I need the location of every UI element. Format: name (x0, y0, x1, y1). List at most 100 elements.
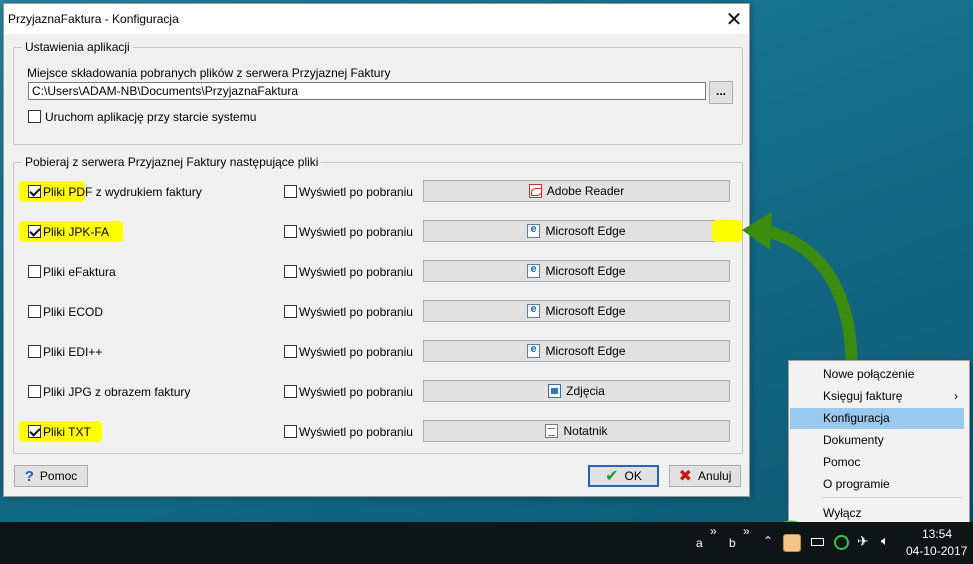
file-type-label: Pliki eFaktura (43, 265, 116, 279)
clock-date[interactable]: 04-10-2017 (906, 544, 967, 558)
show-after-download-checkbox[interactable] (284, 185, 297, 198)
open-with-app-label: Microsoft Edge (545, 344, 626, 358)
open-with-app-button[interactable]: Microsoft Edge (423, 220, 730, 242)
open-with-app-button[interactable]: Zdjęcia (423, 380, 730, 402)
open-with-app-button[interactable]: Microsoft Edge (423, 300, 730, 322)
show-after-download-checkbox[interactable] (284, 345, 297, 358)
browse-button[interactable]: ... (709, 81, 733, 104)
battery-icon[interactable] (811, 538, 824, 546)
autostart-checkbox[interactable] (28, 110, 41, 123)
open-with-app-label: Adobe Reader (546, 184, 625, 198)
menu-item[interactable]: Nowe połączenie (790, 364, 964, 385)
settings-group-legend: Ustawienia aplikacji (22, 40, 133, 54)
show-after-download-label: Wyświetl po pobraniu (299, 225, 413, 239)
open-with-app-button[interactable]: Adobe Reader (423, 180, 730, 202)
menu-item[interactable]: O programie (790, 474, 964, 495)
help-button[interactable]: ? Pomoc (14, 465, 88, 487)
file-type-name: Pliki JPK-FA (43, 225, 110, 239)
cancel-button[interactable]: ✖ Anuluj (669, 465, 741, 487)
show-after-download-checkbox[interactable] (284, 385, 297, 398)
file-type-name: Pliki ECOD (43, 305, 104, 319)
open-with-app-label: Microsoft Edge (545, 224, 626, 238)
show-after-download-label: Wyświetl po pobraniu (299, 345, 413, 359)
pdf-icon (528, 184, 542, 198)
chevron-right-icon: › (954, 389, 958, 403)
file-type-name: Pliki EDI++ (43, 345, 103, 359)
yellow-highlight-mark (712, 220, 742, 242)
show-after-download-checkbox[interactable] (284, 305, 297, 318)
close-button[interactable]: ✕ (719, 4, 749, 34)
storage-path-input[interactable]: C:\Users\ADAM-NB\Documents\PrzyjaznaFakt… (28, 82, 706, 100)
open-with-app-label: Notatnik (563, 424, 608, 438)
file-type-name: Pliki PDF (43, 185, 93, 199)
file-type-name: Pliki TXT (43, 425, 91, 439)
menu-item[interactable]: Księguj fakturę › (790, 386, 964, 407)
help-icon: ? (24, 467, 34, 485)
show-after-download-label: Wyświetl po pobraniu (299, 425, 413, 439)
menu-item-label: Wyłącz (823, 506, 862, 520)
chevron-icon[interactable]: » (743, 524, 750, 538)
taskbar: a » b » ⌃ ✈ 🔈︎ 13:54 04-10-2017 (0, 522, 973, 564)
show-after-download-label: Wyświetl po pobraniu (299, 265, 413, 279)
file-type-checkbox[interactable] (28, 225, 41, 238)
file-type-label: Pliki JPK-FA (43, 225, 109, 239)
file-type-checkbox[interactable] (28, 305, 41, 318)
notepad-icon (545, 424, 559, 438)
show-after-download-label: Wyświetl po pobraniu (299, 305, 413, 319)
chevron-icon[interactable]: » (710, 524, 717, 538)
show-after-download-label: Wyświetl po pobraniu (299, 385, 413, 399)
open-with-app-button[interactable]: Notatnik (423, 420, 730, 442)
tray-context-menu: Nowe połączenie Księguj fakturę › Konfigura… (788, 360, 970, 528)
menu-item-label: Konfiguracja (823, 411, 890, 425)
autostart-label: Uruchom aplikację przy starcie systemu (45, 110, 257, 124)
file-type-checkbox[interactable] (28, 345, 41, 358)
tray-overflow-icon[interactable]: ⌃ (763, 534, 773, 548)
file-type-label: Pliki JPG z obrazem faktury (43, 385, 190, 399)
ok-button-label: OK (624, 469, 642, 483)
menu-item-label: Księguj fakturę (823, 389, 903, 403)
edge-icon (527, 303, 541, 318)
ok-button[interactable]: ✔ OK (588, 465, 659, 487)
volume-icon[interactable]: 🔈︎ (881, 533, 889, 549)
file-type-checkbox[interactable] (28, 425, 41, 438)
photos-icon (548, 384, 562, 398)
close-icon: ✕ (725, 8, 743, 31)
show-after-download-checkbox[interactable] (284, 225, 297, 238)
file-type-name: Pliki JPG z obrazem faktury (43, 385, 191, 399)
show-after-download-checkbox[interactable] (284, 425, 297, 438)
open-with-app-button[interactable]: Microsoft Edge (423, 340, 730, 362)
taskbar-item-a[interactable]: a (696, 536, 703, 550)
title-bar[interactable]: PrzyjaznaFaktura - Konfiguracja ✕ (4, 4, 749, 34)
menu-item-label: O programie (823, 477, 890, 491)
file-type-label: Pliki EDI++ (43, 345, 102, 359)
menu-item-label: Pomoc (823, 455, 861, 469)
file-type-label: Pliki TXT (43, 425, 91, 439)
show-after-download-checkbox[interactable] (284, 265, 297, 278)
menu-item[interactable]: Pomoc (790, 452, 964, 473)
menu-item-label: Dokumenty (823, 433, 884, 447)
help-button-label: Pomoc (39, 469, 78, 483)
circle-status-icon[interactable] (834, 535, 849, 550)
edge-icon (527, 263, 541, 278)
check-icon: ✔ (605, 468, 619, 485)
przyjaznafaktura-tray-icon[interactable] (783, 534, 801, 552)
open-with-app-label: Zdjęcia (566, 384, 605, 398)
open-with-app-button[interactable]: Microsoft Edge (423, 260, 730, 282)
clock-time[interactable]: 13:54 (922, 527, 952, 541)
edge-icon (527, 343, 541, 358)
cancel-button-label: Anuluj (698, 469, 732, 483)
file-type-checkbox[interactable] (28, 385, 41, 398)
taskbar-item-b[interactable]: b (729, 536, 736, 550)
menu-item[interactable]: Dokumenty (790, 430, 964, 451)
file-type-checkbox[interactable] (28, 185, 41, 198)
file-type-name: Pliki eFaktura (43, 265, 116, 279)
show-after-download-label: Wyświetl po pobraniu (299, 185, 413, 199)
menu-item[interactable]: Konfiguracja (790, 408, 964, 429)
edge-icon (527, 223, 541, 238)
menu-item[interactable]: Wyłącz (790, 503, 964, 524)
configuration-dialog: PrzyjaznaFaktura - Konfiguracja ✕ Ustawi… (3, 3, 750, 497)
file-type-checkbox[interactable] (28, 265, 41, 278)
airplane-icon[interactable]: ✈ (857, 533, 869, 550)
storage-path-label: Miejsce składowania pobranych plików z s… (27, 66, 391, 80)
open-with-app-label: Microsoft Edge (545, 264, 626, 278)
